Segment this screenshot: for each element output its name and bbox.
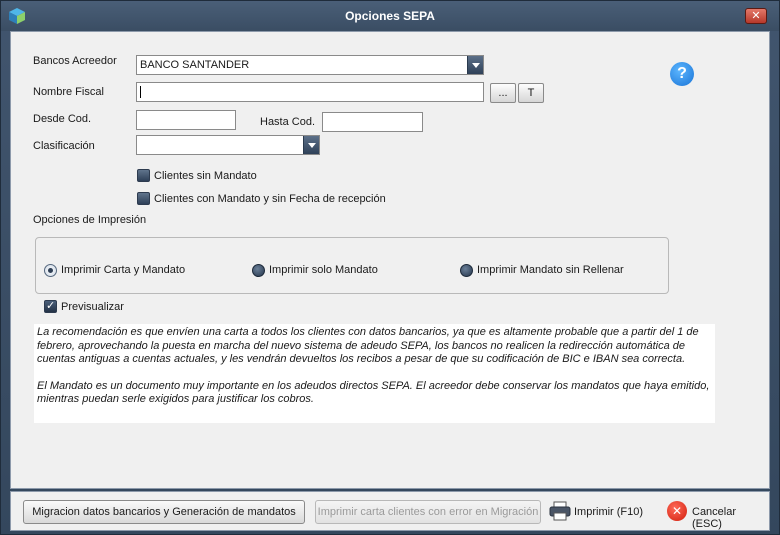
dialog-window: Opciones SEPA ✕ Bancos Acreedor BANCO SA… [0,0,780,535]
clasificacion-select[interactable] [136,135,320,155]
window-title: Opciones SEPA [345,9,435,23]
t-button[interactable]: T [518,83,544,103]
bancos-select-value: BANCO SANTANDER [140,59,250,71]
footer-bar: Migracion datos bancarios y Generación d… [10,491,770,531]
desde-label: Desde Cod. [33,113,92,125]
imprimir-button[interactable]: Imprimir (F10) [574,506,643,518]
previsualizar-label[interactable]: Previsualizar [61,301,124,313]
help-icon[interactable]: ? [670,62,694,86]
nombre-label: Nombre Fiscal [33,86,104,98]
info-note: La recomendación es que envíen una carta… [34,324,715,423]
note-paragraph-1: La recomendación es que envíen una carta… [37,326,699,365]
chevron-down-icon[interactable] [303,136,319,154]
con-mandato-checkbox[interactable] [137,192,150,205]
impresion-group: Imprimir Carta y Mandato Imprimir solo M… [35,237,669,294]
cancelar-button[interactable]: Cancelar (ESC) [692,506,769,530]
note-paragraph-2: El Mandato es un documento muy important… [37,379,710,406]
impresion-heading: Opciones de Impresión [33,214,147,226]
browse-button[interactable]: ... [490,83,516,103]
radio-carta-mandato-label[interactable]: Imprimir Carta y Mandato [61,264,185,276]
desde-input[interactable] [136,110,236,130]
bancos-select[interactable]: BANCO SANTANDER [136,55,484,75]
hasta-label: Hasta Cod. [260,116,316,128]
nombre-input[interactable] [136,82,484,102]
sin-mandato-label[interactable]: Clientes sin Mandato [154,170,257,182]
text-cursor [140,86,141,99]
imprimir-carta-button[interactable]: Imprimir carta clientes con error en Mig… [315,500,541,524]
dialog-body: Bancos Acreedor BANCO SANTANDER Nombre F… [10,31,770,489]
con-mandato-label[interactable]: Clientes con Mandato y sin Fecha de rece… [154,193,386,205]
previsualizar-checkbox[interactable] [44,299,57,313]
clasificacion-label: Clasificación [33,140,95,152]
printer-icon[interactable] [549,501,571,521]
radio-sin-rellenar[interactable] [460,264,473,277]
radio-sin-rellenar-label[interactable]: Imprimir Mandato sin Rellenar [477,264,624,276]
radio-solo-mandato[interactable] [252,264,265,277]
cancel-icon[interactable]: ✕ [667,501,687,521]
radio-carta-mandato[interactable] [44,264,57,277]
migracion-button[interactable]: Migracion datos bancarios y Generación d… [23,500,305,524]
radio-solo-mandato-label[interactable]: Imprimir solo Mandato [269,264,378,276]
hasta-input[interactable] [322,112,423,132]
bancos-label: Bancos Acreedor [33,55,117,67]
sin-mandato-checkbox[interactable] [137,169,150,182]
chevron-down-icon[interactable] [467,56,483,74]
close-button[interactable]: ✕ [745,8,767,24]
title-bar[interactable]: Opciones SEPA ✕ [1,1,779,31]
